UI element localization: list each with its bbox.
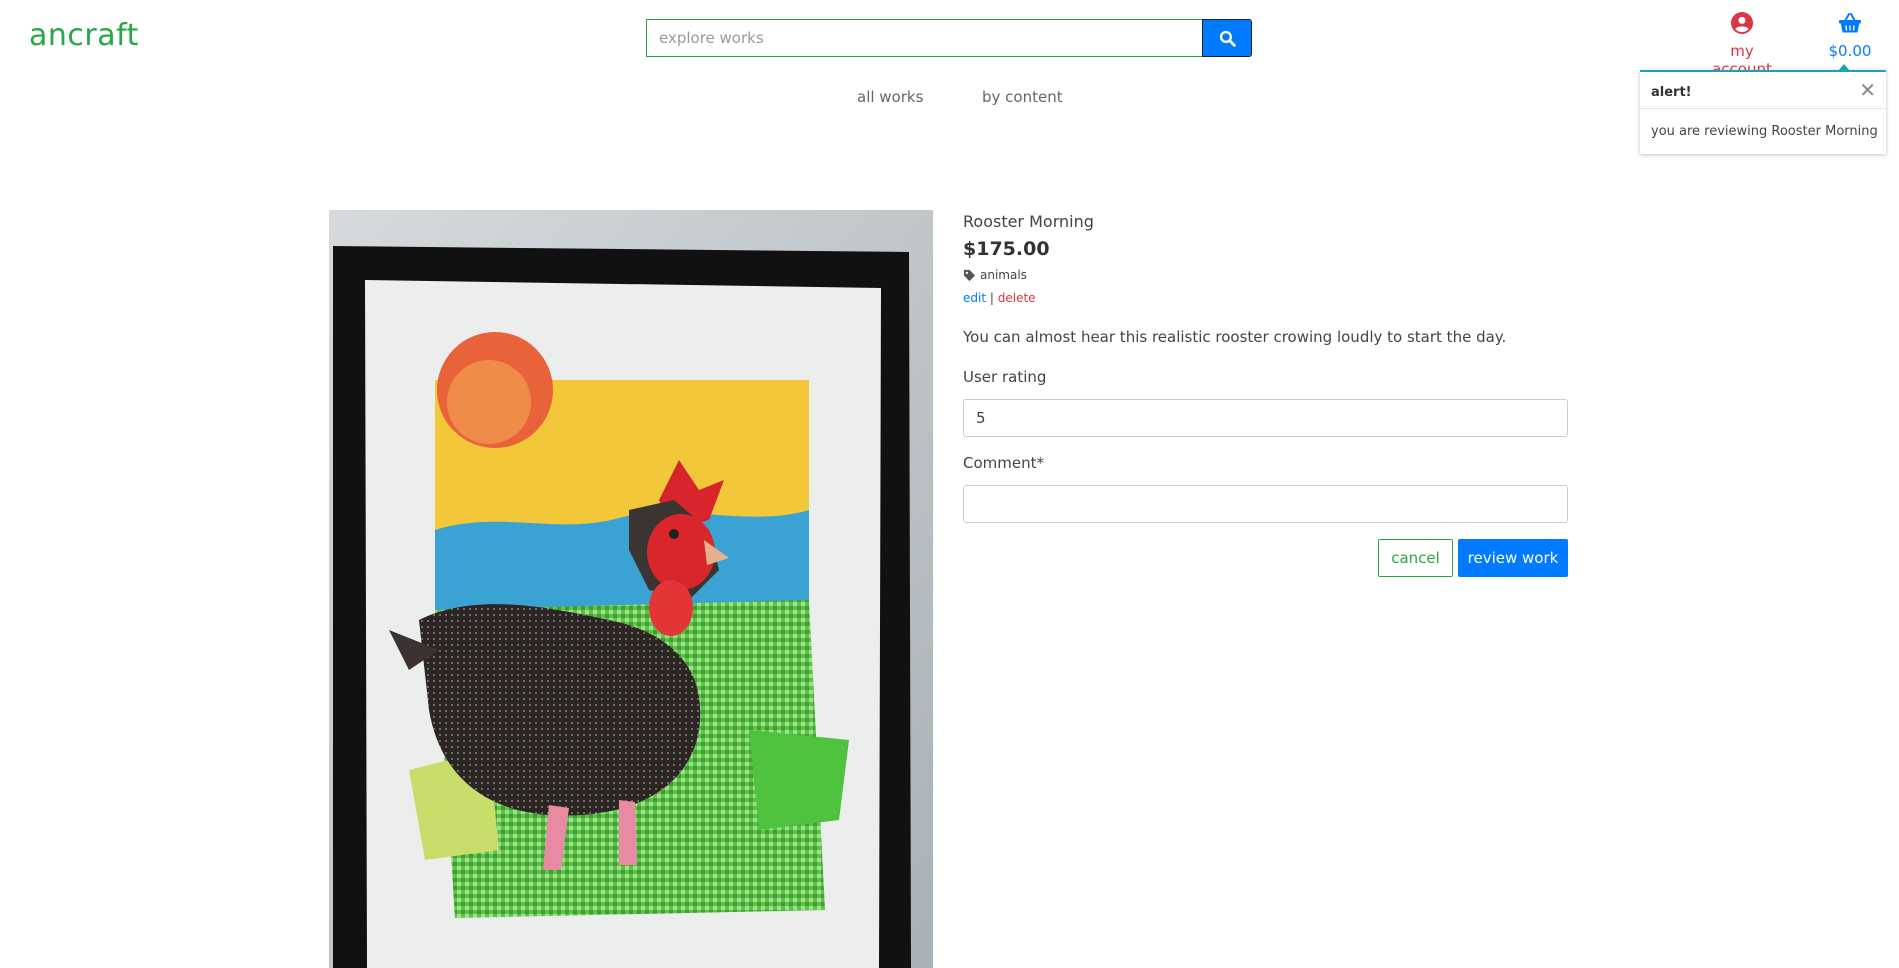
- tag-label: animals: [980, 268, 1027, 282]
- user-circle-icon: [1731, 12, 1753, 34]
- alert-caret: [1838, 64, 1850, 71]
- work-actions: edit | delete: [963, 291, 1036, 305]
- action-separator: |: [989, 291, 994, 305]
- search-button[interactable]: [1202, 19, 1252, 57]
- review-work-button[interactable]: review work: [1458, 539, 1568, 577]
- delete-link[interactable]: delete: [998, 291, 1036, 305]
- cart-total: $0.00: [1828, 42, 1872, 60]
- alert-popover: alert! ✕ you are reviewing Rooster Morni…: [1640, 64, 1886, 154]
- comment-input[interactable]: [963, 485, 1568, 523]
- edit-link[interactable]: edit: [963, 291, 986, 305]
- rating-input[interactable]: [963, 399, 1568, 437]
- work-title: Rooster Morning: [963, 212, 1094, 231]
- work-tag[interactable]: animals: [963, 268, 1027, 282]
- tag-icon: [963, 269, 976, 281]
- alert-title: alert!: [1651, 85, 1692, 100]
- site-logo[interactable]: ancraft: [29, 18, 139, 53]
- search-icon: [1219, 30, 1236, 47]
- nav-all-works[interactable]: all works: [857, 88, 923, 106]
- work-description: You can almost hear this realistic roost…: [963, 328, 1507, 346]
- basket-icon: [1839, 13, 1861, 33]
- search-input[interactable]: [646, 19, 1202, 57]
- alert-message: you are reviewing Rooster Morning: [1651, 124, 1878, 139]
- search-bar: [646, 19, 1252, 57]
- my-account-link[interactable]: my account: [1700, 12, 1784, 78]
- alert-divider: [1640, 108, 1886, 109]
- artwork-image: [329, 210, 933, 968]
- nav-by-content[interactable]: by content: [982, 88, 1063, 106]
- cart-link[interactable]: $0.00: [1822, 12, 1878, 60]
- rating-label: User rating: [963, 368, 1047, 386]
- comment-label: Comment*: [963, 454, 1044, 472]
- cancel-button[interactable]: cancel: [1378, 539, 1453, 577]
- work-price: $175.00: [963, 238, 1050, 260]
- close-icon[interactable]: ✕: [1859, 78, 1876, 102]
